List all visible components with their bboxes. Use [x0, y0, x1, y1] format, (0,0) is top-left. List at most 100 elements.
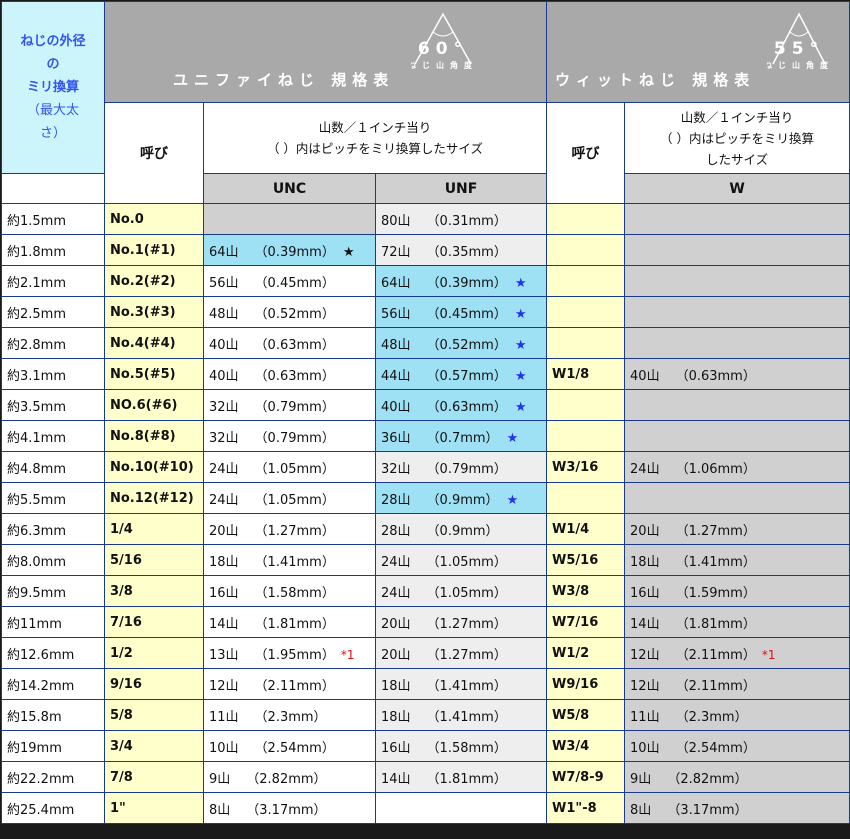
thread-count: 20山	[381, 647, 411, 663]
w-call-cell: W5/16	[546, 544, 626, 576]
pitch-mm: （2.11mm）	[675, 678, 756, 694]
table-row: 約1.8mm No.1(#1) 64山 （0.39mm） ★ 72山 （0.35mm）	[1, 234, 850, 266]
angle-caption: ねじ山角度	[411, 60, 475, 70]
pitch-mm: （1.27mm）	[426, 616, 507, 632]
col-unf: UNF	[374, 173, 548, 204]
diameter-cell: 約2.8mm	[1, 327, 105, 359]
unified-title-cell: ユニファイねじ 規格表 60° ねじ山角度	[103, 1, 548, 103]
unf-cell	[374, 792, 548, 824]
thread-count: 14山	[630, 616, 660, 632]
star-icon: ★	[514, 399, 527, 415]
thread-count: 12山	[209, 678, 239, 694]
diameter-cell: 約8.0mm	[1, 544, 105, 576]
w-call-cell: W9/16	[546, 668, 626, 700]
pitch-mm: （2.3mm）	[675, 709, 748, 725]
unf-cell: 48山 （0.52mm） ★	[374, 327, 548, 359]
table-row: 約4.8mm No.10(#10) 24山 （1.05mm） 32山 （0.79mm） W3…	[1, 451, 850, 483]
thread-count: 14山	[381, 771, 411, 787]
unc-cell: 24山 （1.05mm）	[203, 451, 376, 483]
unf-cell: 44山 （0.57mm） ★	[374, 358, 548, 390]
pitch-mm: （2.11mm）	[254, 678, 335, 694]
unc-cell: 64山 （0.39mm） ★	[203, 234, 376, 266]
unc-cell: 12山 （2.11mm）	[203, 668, 376, 700]
unc-cell: 8山 （3.17mm）	[203, 792, 376, 824]
w-call-cell: W7/8-9	[546, 761, 626, 793]
w-cell: 18山 （1.41mm）	[624, 544, 850, 576]
call-header: 呼び	[104, 102, 204, 204]
star-icon: ★	[514, 306, 527, 322]
pitch-mm: （1.81mm）	[426, 771, 507, 787]
w-call-cell	[546, 327, 626, 359]
unf-cell: 72山 （0.35mm）	[374, 234, 548, 266]
thread-count: 16山	[209, 585, 239, 601]
unc-cell: 10山 （2.54mm）	[203, 730, 376, 762]
whitworth-title-cell: ウィットねじ 規格表 55° ねじ山角度	[546, 1, 850, 103]
call-cell: No.1(#1)	[104, 234, 204, 266]
table-row: 約2.1mm No.2(#2) 56山 （0.45mm） 64山 （0.39mm） ★	[1, 265, 850, 297]
table-row: 約6.3mm 1/4 20山 （1.27mm） 28山 （0.9mm） W1/4 20山 （1.…	[1, 513, 850, 545]
w-cell	[624, 389, 850, 421]
unf-cell: 80山 （0.31mm）	[374, 203, 548, 235]
diameter-cell: 約2.1mm	[1, 265, 105, 297]
star-icon: ★	[514, 337, 527, 353]
unf-cell: 18山 （1.41mm）	[374, 668, 548, 700]
w-call-cell: W3/16	[546, 451, 626, 483]
call-cell: No.8(#8)	[104, 420, 204, 452]
unc-cell: 18山 （1.41mm）	[203, 544, 376, 576]
desc-line: （ ）内はピッチをミリ換算	[660, 130, 815, 146]
pitch-mm: （1.05mm）	[254, 492, 335, 508]
w-call-cell: W1/2	[546, 637, 626, 669]
w-cell	[624, 265, 850, 297]
diam-sub: さ）	[39, 126, 66, 141]
diameter-cell: 約5.5mm	[1, 482, 105, 514]
call-cell: No.10(#10)	[104, 451, 204, 483]
pitch-mm: （1.95mm）	[254, 647, 335, 663]
thread-count: 40山	[381, 399, 411, 415]
pitch-mm: （1.41mm）	[426, 709, 507, 725]
unc-cell: 48山 （0.52mm）	[203, 296, 376, 328]
thread-count: 80山	[381, 213, 411, 229]
w-cell	[624, 296, 850, 328]
table-row: 約25.4mm 1" 8山 （3.17mm） W1"-8 8山 （3.17mm）	[1, 792, 850, 824]
pitch-mm: （0.63mm）	[254, 337, 335, 353]
thread-count: 40山	[209, 368, 239, 384]
thread-count: 24山	[381, 585, 411, 601]
w-cell: 20山 （1.27mm）	[624, 513, 850, 545]
thread-angle-55-icon: 55° ねじ山角度	[767, 12, 828, 70]
call-cell: 7/8	[104, 761, 204, 793]
thread-count: 10山	[630, 740, 660, 756]
call-cell: No.0	[104, 203, 204, 235]
call-cell: 5/8	[104, 699, 204, 731]
unc-cell: 32山 （0.79mm）	[203, 420, 376, 452]
pitch-mm: （0.39mm）	[254, 244, 335, 260]
unc-cell: 13山 （1.95mm） *1	[203, 637, 376, 669]
pitch-mm: （1.41mm）	[675, 554, 756, 570]
unc-cell: 11山 （2.3mm）	[203, 699, 376, 731]
pitch-mm: （1.81mm）	[675, 616, 756, 632]
pitch-mm: （0.52mm）	[254, 306, 335, 322]
unified-title: ユニファイねじ 規格表	[173, 71, 395, 89]
pitch-mm: （0.45mm）	[254, 275, 335, 291]
unc-cell: 20山 （1.27mm）	[203, 513, 376, 545]
thread-count: 9山	[209, 771, 231, 787]
call-cell: No.4(#4)	[104, 327, 204, 359]
w-cell	[624, 420, 850, 452]
table-row: 約22.2mm 7/8 9山 （2.82mm） 14山 （1.81mm） W7/8-9 9山（…	[1, 761, 850, 793]
table-row: 約8.0mm 5/16 18山 （1.41mm） 24山 （1.05mm） W5/16 18山…	[1, 544, 850, 576]
w-call-cell: W3/4	[546, 730, 626, 762]
pitch-mm: （1.27mm）	[675, 523, 756, 539]
w-cell: 12山 （2.11mm）	[624, 668, 850, 700]
thread-count: 44山	[381, 368, 411, 384]
thread-count: 56山	[381, 306, 411, 322]
thread-count: 20山	[381, 616, 411, 632]
w-cell: 16山 （1.59mm）	[624, 575, 850, 607]
col-w: W	[624, 173, 850, 204]
diameter-cell: 約2.5mm	[1, 296, 105, 328]
thread-count: 36山	[381, 430, 411, 446]
thread-count: 32山	[209, 430, 239, 446]
diam-line: の	[46, 57, 60, 72]
unc-cell: 40山 （0.63mm）	[203, 358, 376, 390]
table-row: 約5.5mm No.12(#12) 24山 （1.05mm） 28山 （0.9mm） ★	[1, 482, 850, 514]
whitworth-desc: 山数／１インチ当り （ ）内はピッチをミリ換算 したサイズ	[624, 102, 850, 174]
pitch-mm: （1.27mm）	[426, 647, 507, 663]
